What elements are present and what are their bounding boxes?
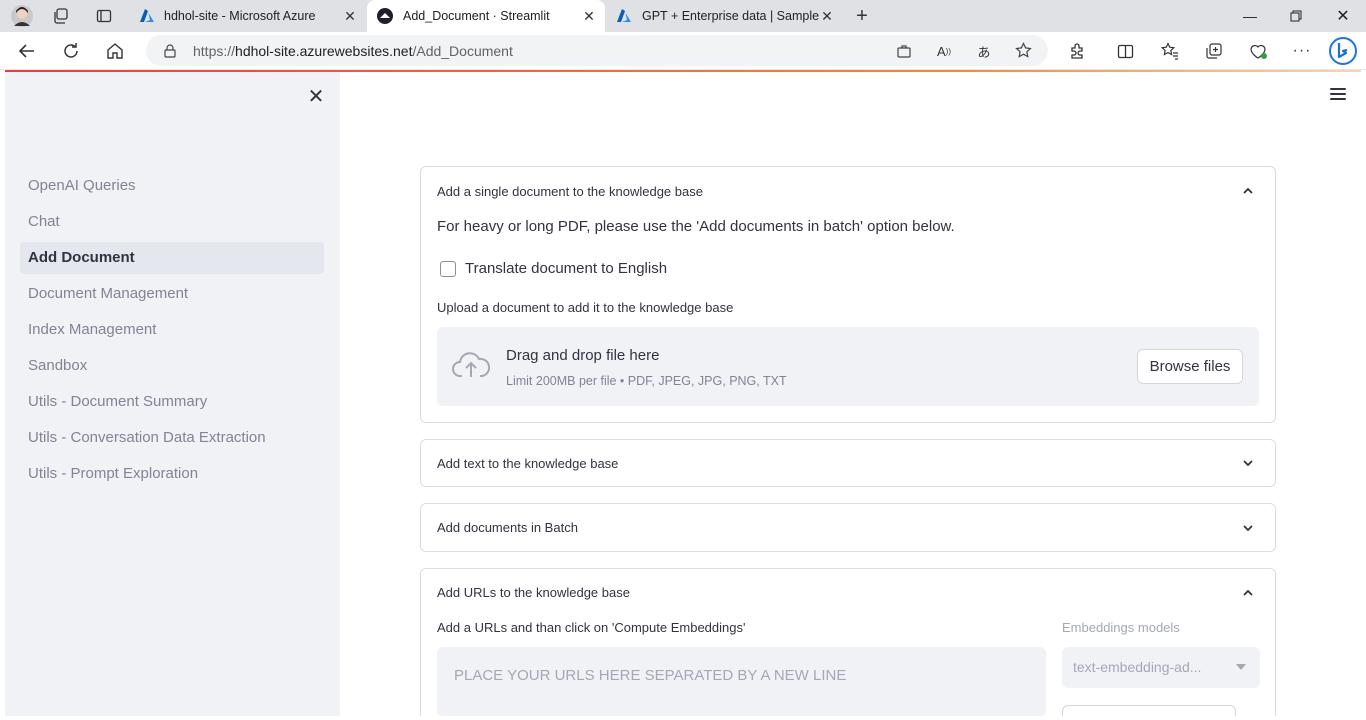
sidebar-item-document-management[interactable]: Document Management bbox=[20, 278, 324, 310]
expander-header[interactable]: Add text to the knowledge base bbox=[437, 456, 618, 471]
compute-embeddings-button[interactable] bbox=[1062, 705, 1236, 716]
browse-files-button[interactable]: Browse files bbox=[1137, 349, 1243, 384]
urls-textarea[interactable]: PLACE YOUR URLS HERE SEPARATED BY A NEW … bbox=[437, 647, 1046, 716]
profile-avatar[interactable] bbox=[10, 4, 34, 28]
expander-urls: Add URLs to the knowledge base Add a URL… bbox=[420, 568, 1276, 716]
tab-title: hdhol-site - Microsoft Azure bbox=[164, 9, 316, 23]
embeddings-model-select[interactable]: text-embedding-ad... bbox=[1062, 647, 1260, 688]
azure-icon bbox=[616, 8, 632, 24]
expander-single-document: Add a single document to the knowledge b… bbox=[420, 166, 1276, 423]
tab-actions-icon[interactable] bbox=[95, 7, 113, 25]
browser-tab-bar: hdhol-site - Microsoft Azure ✕ Add_Docum… bbox=[0, 0, 1366, 32]
chevron-down-icon[interactable] bbox=[1241, 521, 1255, 535]
close-sidebar-icon[interactable]: ✕ bbox=[305, 86, 327, 108]
sidebar: ✕ OpenAI Queries Chat Add Document Docum… bbox=[5, 72, 340, 716]
streamlit-page: ✕ OpenAI Queries Chat Add Document Docum… bbox=[5, 72, 1361, 716]
tab-title: GPT + Enterprise data | Sample bbox=[642, 9, 820, 23]
cloud-upload-icon bbox=[452, 352, 490, 377]
urls-instruction: Add a URLs and than click on 'Compute Em… bbox=[437, 620, 746, 635]
chevron-up-icon[interactable] bbox=[1241, 184, 1255, 198]
minimize-icon[interactable]: — bbox=[1227, 0, 1273, 32]
translate-label[interactable]: Translate document to English bbox=[465, 260, 667, 277]
workspaces-icon[interactable] bbox=[52, 7, 70, 25]
read-aloud-icon[interactable]: A)) bbox=[935, 42, 953, 60]
url-prefix: https:// bbox=[193, 43, 236, 59]
drop-title: Drag and drop file here bbox=[506, 347, 660, 364]
expander-header[interactable]: Add URLs to the knowledge base bbox=[437, 585, 630, 600]
embeddings-model-label: Embeddings models bbox=[1062, 620, 1180, 635]
tab-add-document[interactable]: Add_Document · Streamlit ✕ bbox=[367, 0, 605, 32]
sidebar-item-chat[interactable]: Chat bbox=[20, 206, 324, 238]
lock-icon[interactable] bbox=[163, 43, 177, 58]
window-close-icon[interactable]: ✕ bbox=[1320, 0, 1366, 32]
translate-icon[interactable]: あ bbox=[975, 42, 993, 60]
file-dropzone[interactable]: Drag and drop file here Limit 200MB per … bbox=[437, 327, 1259, 406]
tab-azure[interactable]: hdhol-site - Microsoft Azure ✕ bbox=[129, 0, 366, 32]
app-available-icon[interactable] bbox=[896, 43, 912, 59]
sidebar-item-openai-queries[interactable]: OpenAI Queries bbox=[20, 170, 324, 202]
sidebar-item-prompt-exploration[interactable]: Utils - Prompt Exploration bbox=[20, 458, 324, 490]
performance-icon[interactable] bbox=[1248, 41, 1268, 61]
sidebar-item-document-summary[interactable]: Utils - Document Summary bbox=[20, 386, 324, 418]
address-bar: https://hdhol-site.azurewebsites.net/Add… bbox=[0, 32, 1366, 70]
url-field[interactable]: https://hdhol-site.azurewebsites.net/Add… bbox=[146, 35, 1048, 66]
azure-icon bbox=[139, 8, 155, 24]
expander-header[interactable]: Add a single document to the knowledge b… bbox=[437, 184, 703, 199]
chevron-up-icon[interactable] bbox=[1241, 586, 1255, 600]
drop-hint: Limit 200MB per file • PDF, JPEG, JPG, P… bbox=[506, 374, 787, 388]
expander-add-text[interactable]: Add text to the knowledge base bbox=[420, 439, 1276, 487]
sidebar-item-conversation-extraction[interactable]: Utils - Conversation Data Extraction bbox=[20, 422, 324, 454]
restore-icon[interactable] bbox=[1273, 0, 1319, 32]
url-host: hdhol-site.azurewebsites.net bbox=[235, 43, 413, 59]
more-menu-icon[interactable]: ··· bbox=[1292, 41, 1312, 61]
sidebar-item-index-management[interactable]: Index Management bbox=[20, 314, 324, 346]
favorite-star-icon[interactable] bbox=[1014, 41, 1032, 59]
url-text: https://hdhol-site.azurewebsites.net/Add… bbox=[193, 43, 513, 59]
sidebar-item-add-document[interactable]: Add Document bbox=[20, 242, 324, 274]
url-path: /Add_Document bbox=[412, 43, 513, 59]
tab-title: Add_Document · Streamlit bbox=[403, 9, 550, 23]
sidebar-item-sandbox[interactable]: Sandbox bbox=[20, 350, 324, 382]
back-icon[interactable] bbox=[17, 41, 37, 61]
upload-label: Upload a document to add it to the knowl… bbox=[437, 300, 734, 315]
main-menu-icon[interactable] bbox=[1330, 88, 1346, 102]
expander-header[interactable]: Add documents in Batch bbox=[437, 520, 578, 535]
close-icon[interactable]: ✕ bbox=[342, 8, 358, 24]
close-icon[interactable]: ✕ bbox=[819, 8, 835, 24]
chevron-down-icon[interactable] bbox=[1241, 456, 1255, 470]
collections-icon[interactable] bbox=[1204, 41, 1224, 61]
favorites-icon[interactable] bbox=[1160, 41, 1180, 61]
close-icon[interactable]: ✕ bbox=[581, 8, 597, 24]
extensions-icon[interactable] bbox=[1067, 41, 1087, 61]
bing-copilot-icon[interactable] bbox=[1328, 36, 1358, 66]
tab-gpt-enterprise[interactable]: GPT + Enterprise data | Sample ✕ bbox=[606, 0, 843, 32]
embeddings-model-value: text-embedding-ad... bbox=[1073, 659, 1202, 675]
translate-checkbox[interactable] bbox=[440, 261, 456, 277]
urls-placeholder: PLACE YOUR URLS HERE SEPARATED BY A NEW … bbox=[454, 667, 847, 684]
caret-down-icon bbox=[1236, 664, 1246, 670]
batch-note: For heavy or long PDF, please use the 'A… bbox=[437, 218, 955, 235]
split-screen-icon[interactable] bbox=[1115, 41, 1135, 61]
new-tab-icon[interactable]: + bbox=[852, 5, 872, 27]
home-icon[interactable] bbox=[105, 41, 125, 61]
refresh-icon[interactable] bbox=[61, 41, 81, 61]
streamlit-icon bbox=[377, 8, 393, 24]
expander-batch[interactable]: Add documents in Batch bbox=[420, 503, 1276, 552]
